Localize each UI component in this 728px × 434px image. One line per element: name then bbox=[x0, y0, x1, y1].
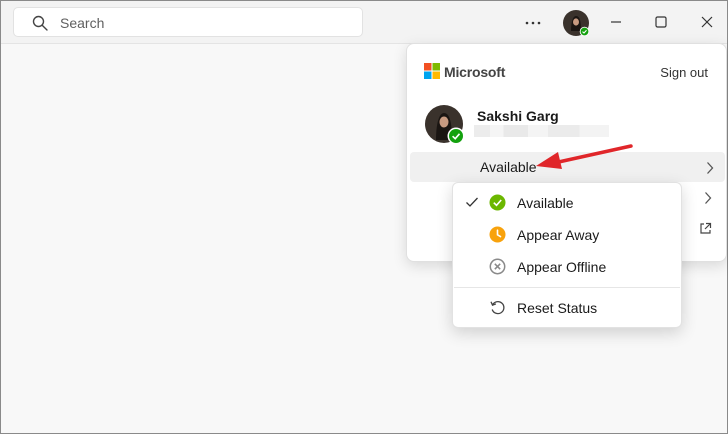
reset-arrow-icon bbox=[490, 301, 505, 315]
maximize-icon[interactable] bbox=[651, 12, 671, 32]
status-option-appear-away[interactable]: Appear Away bbox=[457, 220, 677, 250]
offline-x-icon bbox=[489, 258, 506, 275]
search-placeholder: Search bbox=[60, 15, 105, 31]
title-bar: Search bbox=[1, 1, 727, 43]
available-check-icon bbox=[489, 194, 506, 211]
chevron-right-icon bbox=[707, 162, 714, 174]
status-option-label: Appear Offline bbox=[517, 259, 607, 275]
external-link-icon[interactable] bbox=[699, 222, 712, 235]
chevron-right-icon[interactable] bbox=[703, 191, 713, 205]
microsoft-brand-label: Microsoft bbox=[444, 64, 506, 80]
status-option-appear-offline[interactable]: Appear Offline bbox=[457, 252, 677, 282]
microsoft-logo-icon bbox=[424, 63, 440, 79]
search-icon bbox=[32, 15, 48, 31]
close-icon[interactable] bbox=[697, 12, 717, 32]
status-label: Available bbox=[480, 159, 537, 175]
away-clock-icon bbox=[489, 226, 506, 243]
minimize-icon[interactable] bbox=[606, 12, 626, 32]
user-avatar bbox=[425, 105, 465, 145]
search-input[interactable]: Search bbox=[13, 7, 363, 37]
user-name: Sakshi Garg bbox=[477, 108, 559, 124]
profile-avatar-button[interactable] bbox=[562, 9, 590, 37]
annotation-arrow-icon bbox=[536, 144, 633, 169]
checkmark-icon bbox=[466, 197, 478, 207]
more-options-icon[interactable] bbox=[521, 11, 545, 35]
status-option-label: Available bbox=[517, 195, 574, 211]
reset-status-label: Reset Status bbox=[517, 300, 598, 316]
status-option-label: Appear Away bbox=[517, 227, 600, 243]
status-option-available[interactable]: Available bbox=[457, 188, 677, 218]
presence-status-menu: Available Appear Away Appear Offline Res… bbox=[452, 182, 682, 328]
menu-divider bbox=[454, 287, 680, 288]
user-email-redacted bbox=[474, 125, 609, 137]
reset-status-button[interactable]: Reset Status bbox=[457, 293, 677, 323]
sign-out-link[interactable]: Sign out bbox=[660, 65, 708, 80]
